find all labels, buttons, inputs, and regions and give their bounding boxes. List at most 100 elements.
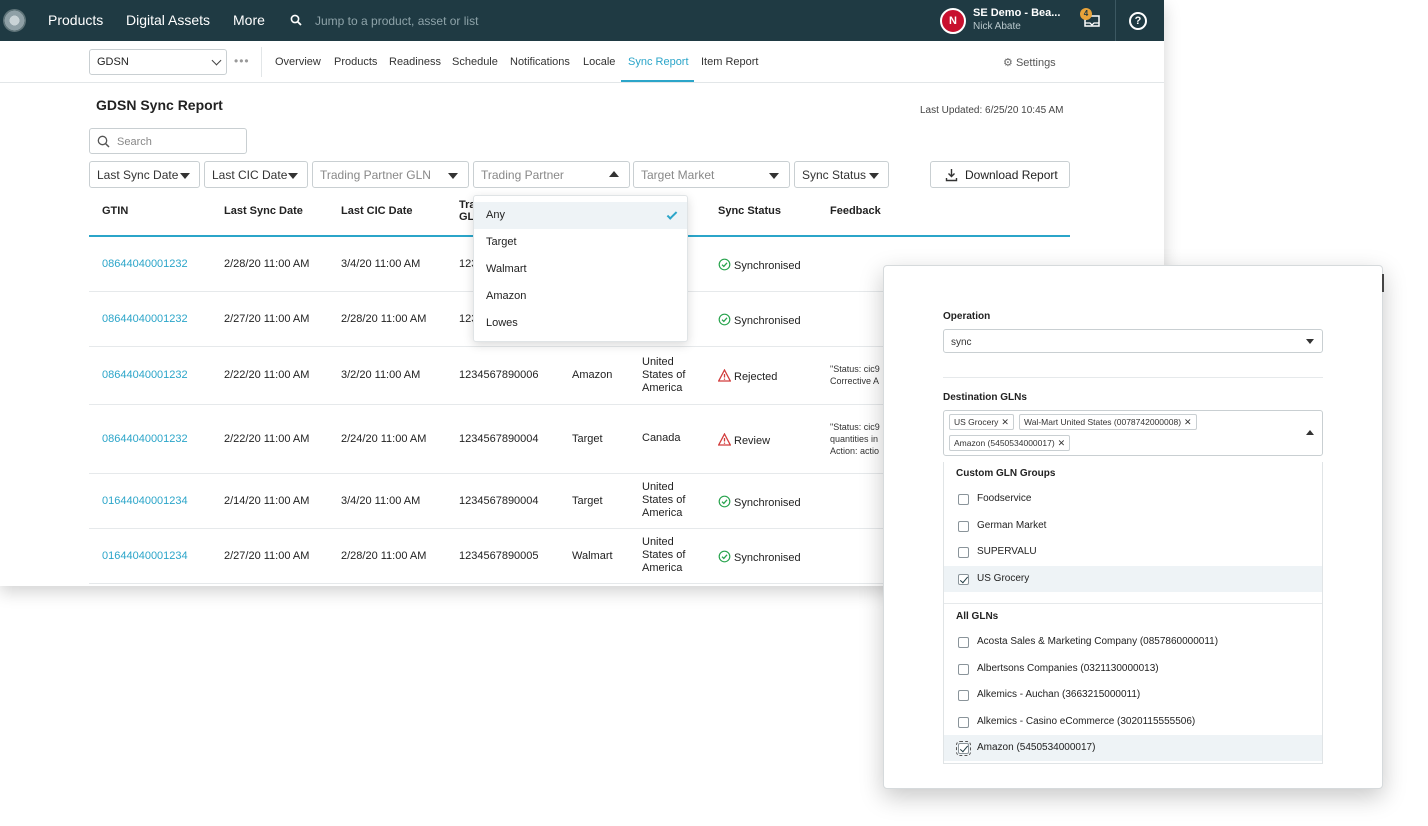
dropdown-option-walmart[interactable]: Walmart: [474, 256, 687, 283]
gln-option[interactable]: Amazon (5450534000017): [944, 735, 1322, 761]
nav-more[interactable]: More: [233, 12, 265, 28]
gtin-link[interactable]: 08644040001232: [102, 258, 188, 271]
section-divider: [943, 377, 1323, 378]
remove-chip-icon[interactable]: ✕: [1058, 438, 1066, 448]
checkbox[interactable]: [958, 573, 969, 585]
dropdown-option-any[interactable]: Any: [474, 202, 687, 229]
checkbox[interactable]: [958, 663, 969, 675]
selected-chip-amazon: Amazon (5450534000017) ✕: [949, 435, 1071, 451]
filter-trading-partner[interactable]: Trading Partner: [473, 161, 630, 188]
dropdown-option-lowes[interactable]: Lowes: [474, 310, 687, 337]
filter-trading-partner-gln[interactable]: Trading Partner GLN: [312, 161, 469, 188]
trading-partner-gln-cell: 1234567890005: [459, 549, 539, 562]
checkbox[interactable]: [958, 547, 969, 558]
gln-option[interactable]: Alkemics - Casino eCommerce (30201155555…: [944, 709, 1322, 735]
dropdown-option-amazon[interactable]: Amazon: [474, 283, 687, 310]
gln-option[interactable]: German Market: [944, 513, 1322, 539]
column-header-last-sync-date[interactable]: Last Sync Date: [224, 205, 303, 217]
checkbox[interactable]: [958, 690, 969, 701]
tab-products[interactable]: Products: [334, 56, 377, 68]
section-divider: [944, 603, 1322, 604]
top-navigation-bar: Products Digital Assets More Jump to a p…: [0, 0, 1164, 41]
check-circle-icon: [718, 313, 731, 325]
gtin-link[interactable]: 01644040001234: [102, 550, 188, 563]
checkbox[interactable]: [958, 494, 969, 505]
user-avatar[interactable]: N: [940, 8, 966, 34]
custom-gln-groups-title: Custom GLN Groups: [956, 468, 1056, 479]
last-sync-date-cell: 2/22/20 11:00 AM: [224, 369, 310, 381]
report-search-input[interactable]: Search: [89, 128, 247, 154]
gtin-link[interactable]: 08644040001232: [102, 433, 188, 446]
caret-down-icon: [180, 173, 190, 179]
destination-glns-label: Destination GLNs: [943, 392, 1027, 403]
tab-sync-report[interactable]: Sync Report: [628, 56, 689, 68]
column-header-gtin[interactable]: GTIN: [102, 205, 128, 217]
column-header-feedback[interactable]: Feedback: [830, 205, 881, 217]
gln-option[interactable]: Alkemics - Auchan (3663215000011): [944, 682, 1322, 708]
trading-partner-gln-cell: 1234567890004: [459, 432, 539, 445]
trading-partner-cell: Target: [572, 432, 603, 445]
chip-label: US Grocery: [954, 417, 999, 427]
filter-label: Target Market: [641, 168, 715, 182]
option-label: Any: [486, 209, 505, 221]
gtin-link[interactable]: 01644040001234: [102, 495, 188, 508]
warning-triangle-icon: [717, 432, 732, 446]
feedback-cell: "Status: cic9: [830, 364, 880, 374]
nav-digital-assets[interactable]: Digital Assets: [126, 12, 210, 28]
gtin-link[interactable]: 08644040001232: [102, 369, 188, 382]
destination-glns-multiselect[interactable]: US Grocery ✕ Wal-Mart United States (0078…: [943, 410, 1323, 456]
column-header-sync-status[interactable]: Sync Status: [718, 205, 781, 217]
remove-chip-icon[interactable]: ✕: [1001, 417, 1009, 427]
tab-item-report[interactable]: Item Report: [701, 56, 758, 68]
feedback-cell: "Status: cic9: [830, 421, 880, 432]
filter-sync-status[interactable]: Sync Status: [794, 161, 889, 188]
operation-select[interactable]: sync: [943, 329, 1323, 353]
checkbox[interactable]: [958, 716, 969, 728]
tab-readiness[interactable]: Readiness: [389, 56, 441, 68]
gln-option[interactable]: SUPERVALU: [944, 539, 1322, 565]
check-circle-icon: [718, 258, 731, 271]
sync-operation-modal: Operation sync Destination GLNs US Groce…: [883, 265, 1384, 789]
subnav-divider: [261, 47, 262, 77]
tab-locale[interactable]: Locale: [583, 56, 615, 68]
tab-overview[interactable]: Overview: [275, 56, 321, 68]
user-organization[interactable]: SE Demo - Bea...: [973, 7, 1060, 19]
target-market-cell: United: [642, 355, 674, 368]
gln-option[interactable]: Foodservice: [944, 486, 1322, 512]
caret-down-icon: [869, 173, 879, 179]
dropdown-option-target[interactable]: Target: [474, 229, 687, 256]
last-cic-date-cell: 2/28/20 11:00 AM: [341, 312, 427, 325]
remove-chip-icon[interactable]: ✕: [1184, 417, 1192, 427]
gln-option[interactable]: Albertsons Companies (0321130000013): [944, 656, 1322, 682]
checkbox[interactable]: [956, 741, 971, 756]
download-report-button[interactable]: Download Report: [930, 161, 1070, 188]
tab-schedule[interactable]: Schedule: [452, 56, 498, 68]
help-icon[interactable]: ?: [1129, 12, 1147, 30]
brand-logo-icon[interactable]: [3, 9, 26, 32]
sync-status-label: Synchronised: [734, 551, 801, 564]
last-updated-text: Last Updated: 6/25/20 10:45 AM: [920, 105, 1064, 116]
gln-option[interactable]: Acosta Sales & Marketing Company (085786…: [944, 629, 1322, 655]
column-header-last-cic-date[interactable]: Last CIC Date: [341, 205, 413, 217]
gln-option[interactable]: US Grocery: [944, 565, 1322, 592]
tab-notifications[interactable]: Notifications: [510, 56, 570, 68]
target-market-cell: United: [642, 536, 674, 548]
last-sync-date-cell: 2/28/20 11:00 AM: [224, 258, 310, 270]
gln-option-label: Foodservice: [977, 493, 1032, 504]
global-search-input[interactable]: Jump to a product, asset or list: [315, 14, 478, 28]
settings-link[interactable]: ⚙ Settings: [1003, 56, 1056, 69]
filter-last-sync-date[interactable]: Last Sync Date: [89, 161, 200, 188]
scrollbar[interactable]: [1382, 274, 1384, 292]
integration-selector-value: GDSN: [97, 56, 129, 68]
column-header-line: GL: [459, 211, 475, 223]
checkbox[interactable]: [958, 637, 969, 648]
integration-selector[interactable]: GDSN: [89, 49, 227, 75]
caret-up-icon[interactable]: [1306, 430, 1314, 435]
gtin-link[interactable]: 08644040001232: [102, 313, 188, 326]
caret-up-icon: [609, 171, 619, 177]
nav-products[interactable]: Products: [48, 12, 103, 28]
checkbox[interactable]: [958, 520, 969, 532]
more-options-icon[interactable]: •••: [234, 54, 250, 68]
filter-target-market[interactable]: Target Market: [633, 161, 790, 188]
filter-last-cic-date[interactable]: Last CIC Date: [204, 161, 308, 188]
